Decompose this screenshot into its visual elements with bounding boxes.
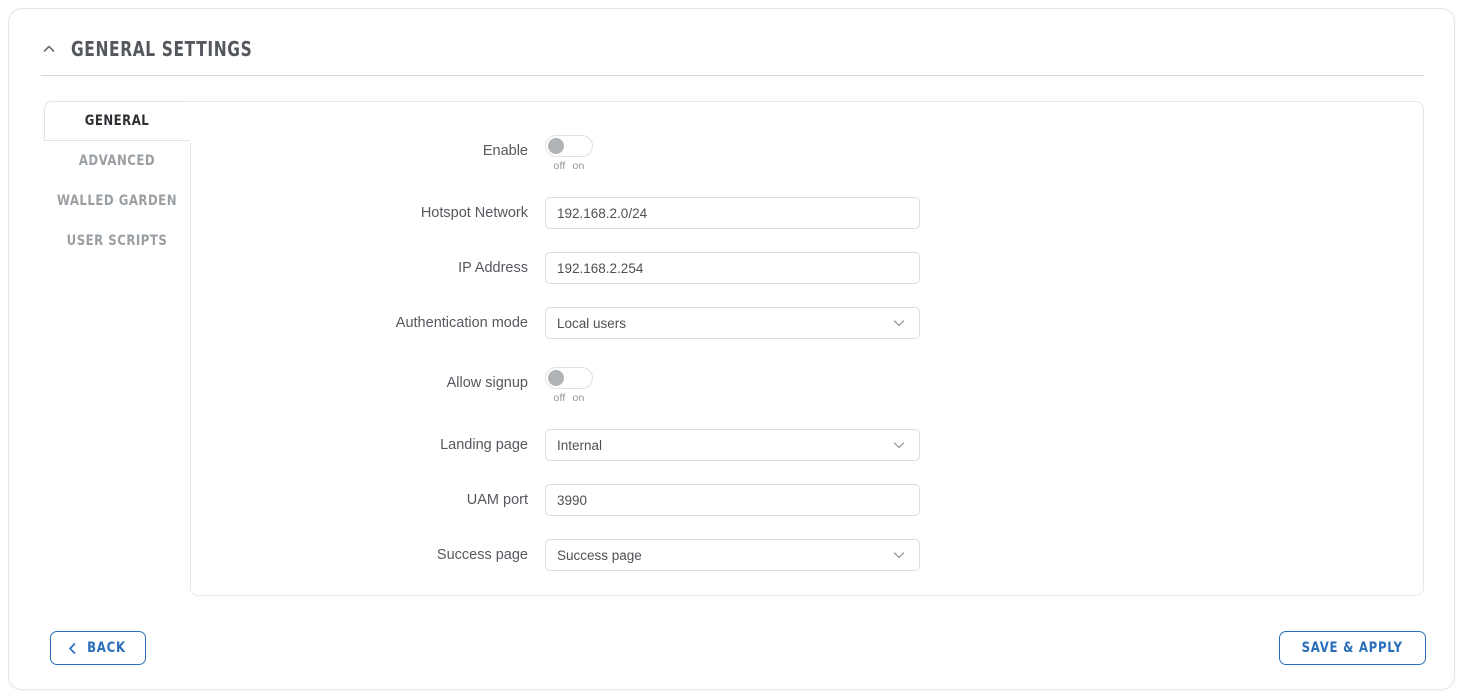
page-title: GENERAL SETTINGS	[71, 37, 253, 61]
uam-port-input[interactable]	[545, 484, 920, 516]
back-button[interactable]: BACK	[50, 631, 146, 665]
allow-signup-toggle[interactable]	[545, 367, 593, 389]
settings-screen: GENERAL SETTINGS GENERAL ADVANCED WALLED…	[0, 0, 1463, 698]
field-row-uam-port: UAM port	[467, 484, 920, 516]
tab-walled-garden-label: WALLED GARDEN	[56, 193, 178, 209]
authentication-mode-value: Local users	[557, 315, 627, 331]
landing-page-label: Landing page	[440, 437, 528, 453]
save-apply-button[interactable]: SAVE & APPLY	[1279, 631, 1426, 665]
tab-user-scripts[interactable]: USER SCRIPTS	[51, 221, 182, 261]
ip-address-label: IP Address	[458, 260, 528, 276]
enable-control: off on	[545, 135, 593, 172]
allow-signup-label: Allow signup	[446, 375, 528, 391]
panel-tab-join	[190, 101, 191, 142]
enable-label: Enable	[482, 143, 528, 159]
chevron-up-icon[interactable]	[41, 41, 57, 57]
field-row-authentication-mode: Authentication mode Local users	[396, 307, 920, 339]
enable-toggle-knob	[548, 138, 564, 154]
hotspot-network-label: Hotspot Network	[420, 205, 528, 221]
landing-page-value: Internal	[557, 437, 603, 453]
hotspot-network-input[interactable]	[545, 197, 920, 229]
tab-advanced[interactable]: ADVANCED	[51, 141, 182, 181]
section-header[interactable]: GENERAL SETTINGS	[41, 37, 282, 61]
uam-port-label: UAM port	[466, 492, 528, 508]
allow-signup-control: off on	[545, 367, 593, 404]
enable-on-label: on	[572, 160, 585, 172]
field-row-enable: Enable off on	[483, 135, 593, 172]
enable-off-label: off	[553, 160, 566, 172]
authentication-mode-select[interactable]: Local users	[545, 307, 920, 339]
landing-page-select[interactable]: Internal	[545, 429, 920, 461]
tab-walled-garden[interactable]: WALLED GARDEN	[51, 181, 182, 221]
tab-general-label: GENERAL	[84, 113, 150, 129]
enable-toggle[interactable]	[545, 135, 593, 157]
tab-advanced-label: ADVANCED	[78, 153, 156, 169]
success-page-label: Success page	[436, 547, 528, 563]
chevron-down-icon	[892, 438, 906, 452]
success-page-value: Success page	[557, 547, 642, 563]
tab-general[interactable]: GENERAL	[51, 101, 182, 141]
ip-address-input[interactable]	[545, 252, 920, 284]
success-page-select[interactable]: Success page	[545, 539, 920, 571]
chevron-down-icon	[892, 316, 906, 330]
field-row-allow-signup: Allow signup off on	[447, 367, 593, 404]
allow-signup-toggle-knob	[548, 370, 564, 386]
back-button-label: BACK	[87, 640, 126, 656]
allow-signup-toggle-labels: off on	[553, 392, 584, 404]
save-apply-button-label: SAVE & APPLY	[1301, 640, 1404, 656]
header-divider	[41, 75, 1424, 76]
general-settings-card: GENERAL SETTINGS GENERAL ADVANCED WALLED…	[8, 8, 1455, 690]
field-row-landing-page: Landing page Internal	[440, 429, 920, 461]
tab-user-scripts-label: USER SCRIPTS	[66, 233, 168, 249]
chevron-left-icon	[68, 642, 77, 655]
settings-tab-list: GENERAL ADVANCED WALLED GARDEN USER SCRI…	[44, 101, 195, 596]
chevron-down-icon	[892, 548, 906, 562]
general-tab-panel: Enable off on Hotspot Network 192.168.2.…	[190, 101, 1424, 596]
field-row-success-page: Success page Success page	[437, 539, 920, 571]
authentication-mode-label: Authentication mode	[395, 315, 528, 331]
field-row-ip-address: IP Address	[458, 252, 920, 284]
enable-toggle-labels: off on	[553, 160, 584, 172]
allow-signup-on-label: on	[572, 392, 585, 404]
allow-signup-off-label: off	[553, 392, 566, 404]
field-row-hotspot-network: Hotspot Network	[421, 197, 920, 229]
